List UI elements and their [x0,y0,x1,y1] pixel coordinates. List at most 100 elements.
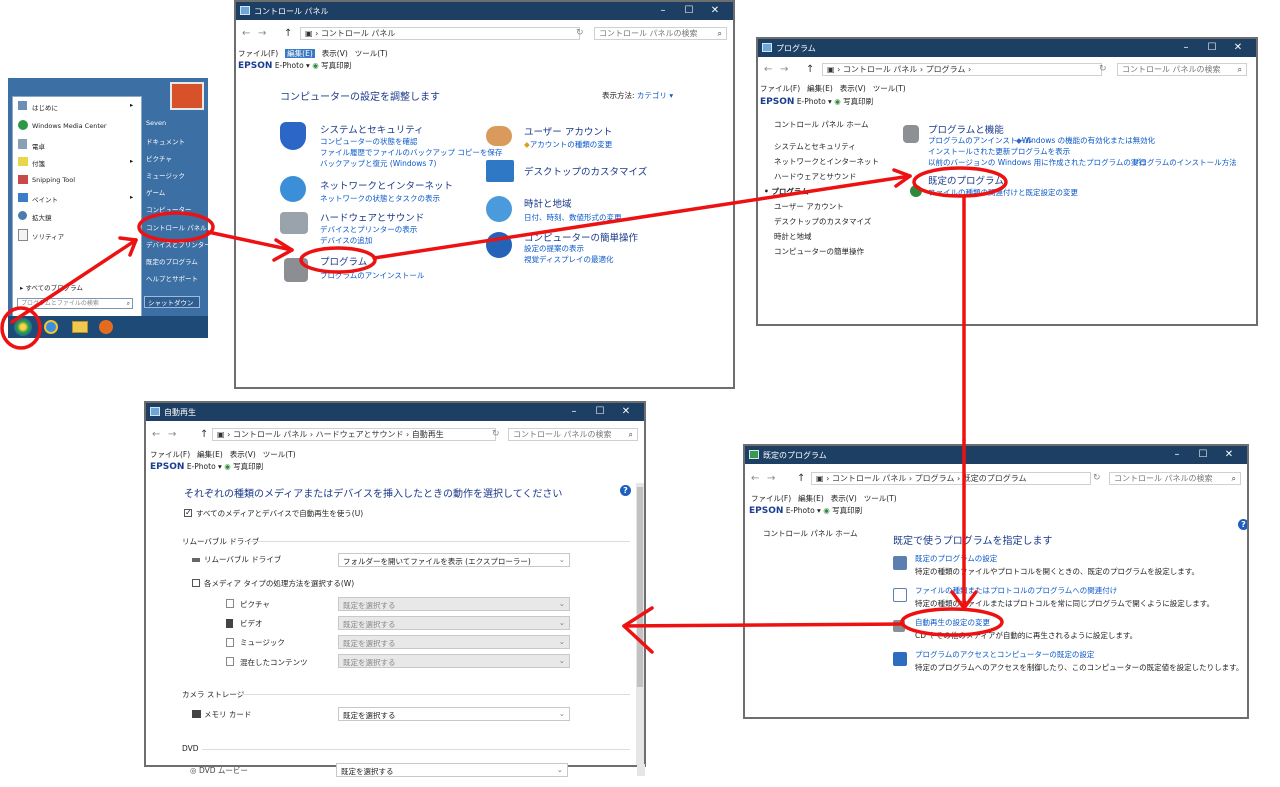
search-box[interactable]: プログラムとファイルの検索 ⌕ [17,298,133,309]
user-picture[interactable] [170,82,204,110]
sidebar-ease-of-access[interactable]: コンピューターの簡単操作 [774,246,864,257]
ephoto-button[interactable]: E-Photo [275,61,304,70]
menu-edit[interactable]: 編集(E) [798,494,824,503]
link-change-autoplay-settings[interactable]: 自動再生の設定の変更 [915,617,990,628]
ie-taskbar-icon[interactable] [44,320,58,334]
forward-icon[interactable]: → [168,429,176,440]
ephoto-button[interactable]: E-Photo [187,462,216,471]
search-input[interactable]: コントロール パネルの検索 ⌕ [508,428,638,441]
menu-view[interactable]: 表示(V) [831,494,857,503]
menu-edit[interactable]: 編集(E) [197,450,223,459]
maximize-button[interactable]: ☐ [1191,448,1215,462]
menu-view[interactable]: 表示(V) [230,450,256,459]
menu-tools[interactable]: ツール(T) [864,494,897,503]
up-icon[interactable]: ↑ [284,28,292,39]
refresh-icon[interactable]: ↻ [1093,473,1101,483]
mixed-content-dropdown[interactable]: 既定を選択する ⌄ [338,654,570,668]
help-icon[interactable]: ? [620,485,631,496]
link-program-access[interactable]: プログラムのアクセスとコンピューターの既定の設定 [915,649,1094,660]
menu-view[interactable]: 表示(V) [322,49,348,58]
close-button[interactable]: ✕ [703,4,727,18]
start-right-pictures[interactable]: ピクチャ [146,153,172,163]
sidebar-home[interactable]: コントロール パネル ホーム [763,528,858,539]
up-icon[interactable]: ↑ [806,64,814,75]
minimize-button[interactable]: – [1165,448,1189,462]
print-button[interactable]: 写真印刷 [233,462,263,471]
sidebar-home[interactable]: コントロール パネル ホーム [774,119,869,130]
menu-edit[interactable]: 編集(E) [807,84,833,93]
start-right-default-programs[interactable]: 既定のプログラム [146,256,198,266]
start-right-documents[interactable]: ドキュメント [146,136,185,146]
start-right-computer[interactable]: コンピューター [146,204,192,214]
close-button[interactable]: ✕ [614,405,638,419]
menu-tools[interactable]: ツール(T) [263,450,296,459]
start-right-seven[interactable]: Seven [146,119,166,127]
use-autoplay-checkbox[interactable]: ✓ [184,509,192,517]
link-uninstall-program[interactable]: プログラムのアンインストール [320,270,424,281]
maximize-button[interactable]: ☐ [677,4,701,18]
address-path[interactable]: ▣ › コントロール パネル [300,27,580,40]
search-input[interactable]: コントロール パネルの検索 ⌕ [594,27,727,40]
start-right-help[interactable]: ヘルプとサポート [146,273,198,283]
shutdown-button[interactable]: シャットダウン [144,296,200,308]
media-player-taskbar-icon[interactable] [99,320,113,334]
start-orb[interactable] [14,318,32,336]
link-network-status[interactable]: ネットワークの状態とタスクの表示 [320,193,440,204]
link-backup-restore[interactable]: バックアップと復元 (Windows 7) [320,158,436,169]
section-default-programs[interactable]: 既定のプログラム [928,173,1004,187]
link-how-to-install[interactable]: プログラムのインストール方法 [1132,157,1237,168]
menu-tools[interactable]: ツール(T) [873,84,906,93]
scrollbar-thumb[interactable] [637,487,643,687]
menu-file[interactable]: ファイル(F) [760,84,800,93]
sidebar-programs[interactable]: • プログラム [764,186,809,197]
sidebar-hardware[interactable]: ハードウェアとサウンド [774,171,856,182]
address-path[interactable]: ▣ › コントロール パネル › プログラム › [822,63,1102,76]
menu-file[interactable]: ファイル(F) [238,49,278,58]
close-button[interactable]: ✕ [1226,41,1250,55]
link-change-account-type[interactable]: ◆アカウントの種類の変更 [524,139,612,150]
address-path[interactable]: ▣ › コントロール パネル › プログラム › 既定のプログラム [811,472,1091,485]
start-right-music[interactable]: ミュージック [146,170,185,180]
category-programs[interactable]: プログラム [320,254,367,268]
refresh-icon[interactable]: ↻ [492,429,500,439]
up-icon[interactable]: ↑ [200,429,208,440]
link-check-status[interactable]: コンピューターの状態を確認 [320,136,418,147]
minimize-button[interactable]: – [562,405,586,419]
menu-edit[interactable]: 編集(E) [285,49,315,58]
category-ease-of-access[interactable]: コンピューターの簡単操作 [524,230,638,244]
back-icon[interactable]: ← [242,28,250,39]
link-suggested-settings[interactable]: 設定の提案の表示 [524,243,584,254]
memory-card-dropdown[interactable]: 既定を選択する ⌄ [338,707,570,721]
refresh-icon[interactable]: ↻ [576,28,584,38]
category-hardware-sound[interactable]: ハードウェアとサウンド [320,210,424,224]
print-button[interactable]: 写真印刷 [321,61,351,70]
dvd-movie-dropdown[interactable]: 既定を選択する ⌄ [336,763,568,777]
minimize-button[interactable]: – [651,4,675,18]
link-associate-file-type[interactable]: ファイルの種類またはプロトコルのプログラムへの関連付け [915,585,1117,596]
menu-file[interactable]: ファイル(F) [150,450,190,459]
section-programs-features[interactable]: プログラムと機能 [928,122,1004,136]
start-right-games[interactable]: ゲーム [146,187,165,197]
link-compatibility[interactable]: 以前のバージョンの Windows 用に作成されたプログラムの実行 [928,157,1146,168]
refresh-icon[interactable]: ↻ [1099,64,1107,74]
per-media-type-checkbox[interactable] [192,579,200,587]
print-button[interactable]: 写真印刷 [832,506,862,515]
back-icon[interactable]: ← [152,429,160,440]
up-icon[interactable]: ↑ [797,473,805,484]
removable-drive-dropdown[interactable]: フォルダーを開いてファイルを表示 (エクスプローラー) ⌄ [338,553,570,567]
ephoto-button[interactable]: E-Photo [797,97,826,106]
help-icon[interactable]: ? [1238,519,1247,530]
link-devices-printers[interactable]: デバイスとプリンターの表示 [320,224,417,235]
address-path[interactable]: ▣ › コントロール パネル › ハードウェアとサウンド › 自動再生 [212,428,496,441]
start-right-devices[interactable]: デバイスとプリンター [146,239,211,249]
category-user-accounts[interactable]: ユーザー アカウント [524,124,612,138]
link-date-time-format[interactable]: 日付、時刻、数値形式の変更 [524,212,622,223]
sidebar-desktop[interactable]: デスクトップのカスタマイズ [774,216,871,227]
link-set-default-programs[interactable]: 既定のプログラムの設定 [915,553,997,564]
category-system-security[interactable]: システムとセキュリティ [320,122,424,136]
view-by[interactable]: 表示方法: カテゴリ ▾ [602,90,673,101]
minimize-button[interactable]: – [1174,41,1198,55]
category-network[interactable]: ネットワークとインターネット [320,178,453,192]
video-dropdown[interactable]: 既定を選択する ⌄ [338,616,570,630]
back-icon[interactable]: ← [751,473,759,484]
